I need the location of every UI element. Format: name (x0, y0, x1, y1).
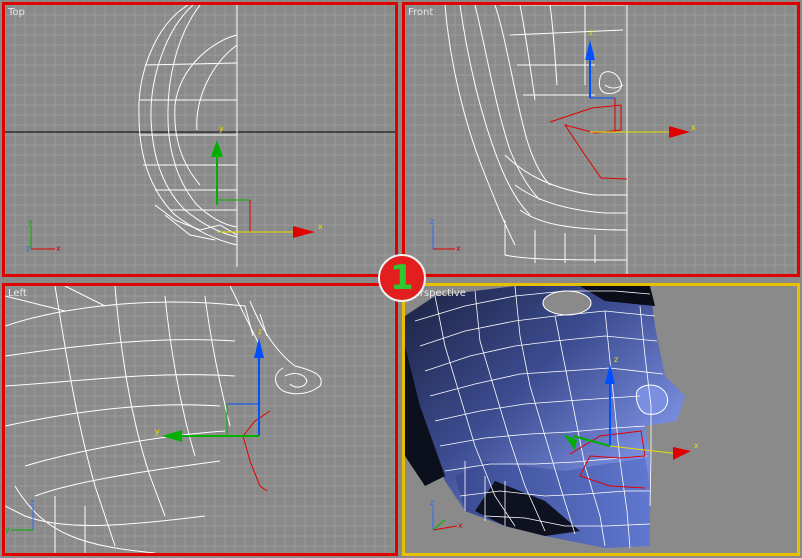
nostril (636, 384, 669, 415)
eye-hole (542, 290, 592, 316)
viewport-front[interactable]: x z z x Front (402, 2, 800, 277)
gizmo-x-label-persp: x (694, 441, 699, 450)
tripod-z-label-left: z (30, 498, 34, 507)
head-mesh-shaded (405, 286, 685, 548)
tripod-x-label: x (56, 244, 61, 253)
viewport-grid (5, 286, 395, 553)
step-number-badge: 1 (378, 254, 426, 302)
tripod-x-label-persp: x (458, 521, 463, 530)
viewport-label-front[interactable]: Front (408, 7, 433, 18)
gizmo-x-label-front: x (691, 123, 696, 132)
gizmo-x-label: x (318, 222, 323, 231)
viewport-top[interactable]: x y y x z Top (2, 2, 398, 277)
viewport-grid (5, 5, 395, 274)
gizmo-z-label-persp: z (614, 355, 618, 364)
left-canvas[interactable]: y z z y (5, 286, 395, 553)
tripod-y-label-left: y (5, 525, 10, 534)
gizmo-y-label-left: y (155, 427, 160, 436)
front-canvas[interactable]: x z z x (405, 5, 797, 274)
tripod-z-label-persp: z (430, 498, 434, 507)
tripod-x-label-front: x (456, 244, 461, 253)
top-canvas[interactable]: x y y x z (5, 5, 395, 274)
gizmo-z-arrow[interactable] (585, 40, 595, 60)
tripod-z-label-front: z (430, 217, 434, 226)
gizmo-y-label: y (219, 124, 224, 133)
head-wireframe-top (138, 5, 238, 267)
gizmo-x-arrow[interactable] (293, 226, 315, 238)
perspective-canvas[interactable]: x z z x (405, 286, 797, 553)
viewport-grid (405, 5, 797, 274)
gizmo-z-label-front: z (589, 28, 593, 37)
lip-spline-left[interactable] (242, 410, 271, 492)
gizmo-y-arrow[interactable] (211, 140, 223, 157)
tripod-z-label: z (26, 244, 30, 253)
gizmo-x-arrow-persp[interactable] (673, 447, 691, 460)
gizmo-x-arrow-front[interactable] (669, 126, 690, 138)
viewport-left[interactable]: y z z y Left (2, 283, 398, 556)
viewport-perspective[interactable]: x z z x Perspective (402, 283, 800, 556)
tripod-y-label: y (28, 217, 33, 226)
viewport-label-left[interactable]: Left (8, 288, 27, 299)
gizmo-z-label-left: z (258, 327, 262, 336)
viewport-label-top[interactable]: Top (8, 7, 25, 18)
